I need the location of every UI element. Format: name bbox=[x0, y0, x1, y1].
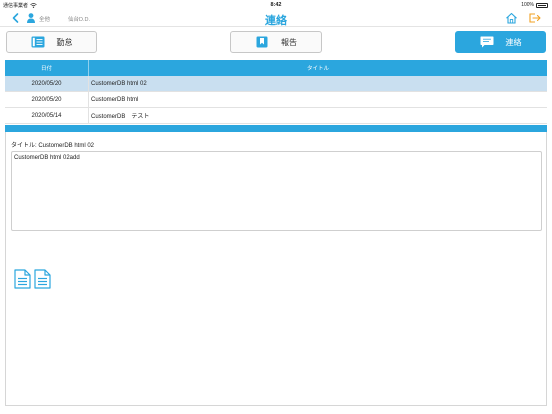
row-date: 2020/05/14 bbox=[5, 108, 89, 123]
battery-percent: 100% bbox=[521, 2, 534, 8]
row-date: 2020/05/20 bbox=[5, 92, 89, 107]
list-detail-divider[interactable] bbox=[5, 125, 547, 132]
detail-body-textarea[interactable]: CustomerDB html 02add bbox=[11, 151, 542, 231]
home-icon[interactable] bbox=[505, 12, 518, 24]
header-date[interactable]: 日付 bbox=[5, 60, 89, 76]
document-icon[interactable] bbox=[34, 269, 51, 289]
table-row[interactable]: 2020/05/14 CustomerDB テスト bbox=[5, 108, 547, 124]
segment-houkoku-label: 報告 bbox=[281, 37, 297, 47]
bookmark-icon bbox=[256, 36, 268, 48]
user-icon bbox=[27, 13, 35, 23]
segment-renraku-button[interactable]: 連絡 bbox=[455, 31, 546, 53]
row-title: CustomerDB テスト bbox=[91, 114, 150, 120]
table-row[interactable]: 2020/05/20 CustomerDB html bbox=[5, 92, 547, 108]
navigation-bar: 全他 仙台D.D. 連絡 bbox=[0, 10, 552, 27]
segment-renraku-label: 連絡 bbox=[505, 37, 522, 47]
segment-kintai-label: 勤怠 bbox=[56, 37, 73, 47]
battery-group: 100% bbox=[521, 2, 548, 8]
status-bar: 通信事業者 8:42 100% bbox=[0, 0, 552, 10]
document-icon[interactable] bbox=[14, 269, 31, 289]
table-header: 日付 タイトル bbox=[5, 60, 547, 76]
message-detail: タイトル: CustomerDB html 02 CustomerDB html… bbox=[5, 132, 547, 406]
branch-name: 仙台D.D. bbox=[68, 17, 91, 23]
battery-icon bbox=[536, 2, 548, 8]
list-book-icon bbox=[31, 36, 44, 48]
logout-icon[interactable] bbox=[528, 12, 541, 24]
app-root: 通信事業者 8:42 100% 全他 仙台D.D. 連絡 勤怠 報告 連絡 日付… bbox=[0, 0, 552, 414]
user-name: 全他 bbox=[39, 17, 51, 23]
message-table: 日付 タイトル 2020/05/20 CustomerDB html 02 20… bbox=[5, 60, 547, 124]
segment-houkoku-button[interactable]: 報告 bbox=[230, 31, 322, 53]
detail-title: タイトル: CustomerDB html 02 bbox=[11, 143, 95, 149]
row-date: 2020/05/20 bbox=[5, 76, 89, 91]
message-icon bbox=[480, 36, 493, 48]
segment-kintai-button[interactable]: 勤怠 bbox=[6, 31, 97, 53]
back-chevron-icon[interactable] bbox=[10, 12, 22, 24]
table-row[interactable]: 2020/05/20 CustomerDB html 02 bbox=[5, 76, 547, 92]
clock: 8:42 bbox=[270, 2, 282, 8]
row-title: CustomerDB html 02 bbox=[91, 80, 147, 87]
row-title: CustomerDB html bbox=[91, 96, 139, 103]
header-title[interactable]: タイトル bbox=[89, 60, 547, 76]
